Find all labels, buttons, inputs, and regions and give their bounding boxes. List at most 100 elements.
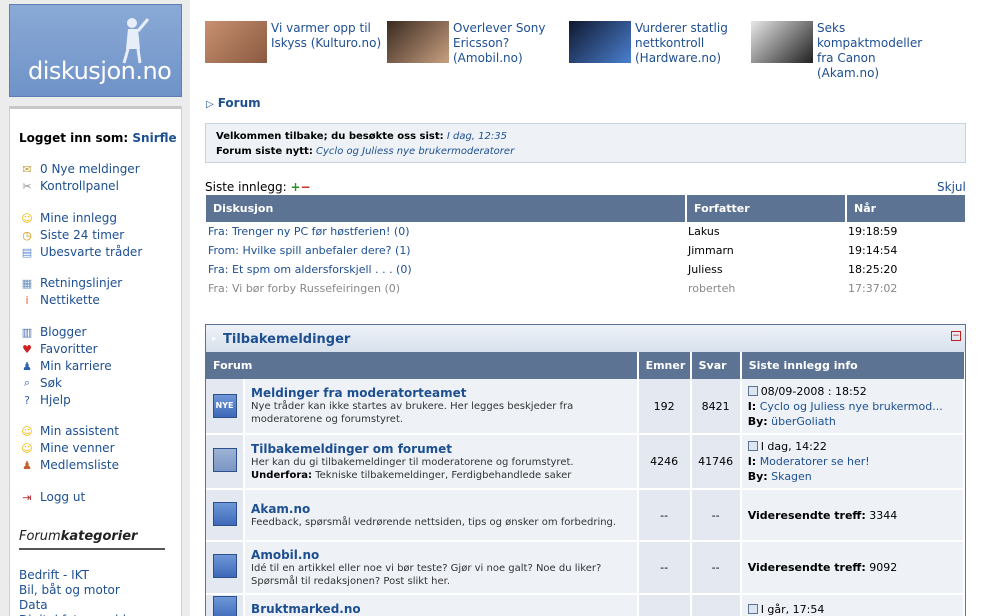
latest-post-author[interactable]: Lakus — [686, 222, 846, 241]
col-replies: Svar — [690, 352, 742, 379]
sidebar-item-1[interactable]: ✂ Kontrollpanel — [19, 178, 119, 194]
news-headline[interactable]: Seks kompaktmodeller fra Canon (Akam.no) — [817, 21, 932, 81]
forum-status-icon[interactable] — [212, 448, 237, 472]
news-item[interactable]: Vurderer statlig nettkontroll (Hardware.… — [569, 21, 750, 66]
latest-post-author[interactable]: Juliess — [686, 260, 846, 279]
latest-post-row: Fra: Vi bør forby Russefeiringen (0) robe… — [206, 279, 965, 298]
sidebar-item-12[interactable]: ☺ Min assistent — [19, 423, 119, 439]
section-arrow-icon: ▸ — [212, 334, 217, 344]
last-post-icon[interactable] — [747, 603, 758, 614]
sidebar-item-0[interactable]: ✉ 0 Nye meldinger — [19, 161, 139, 177]
forum-replies-count: -- — [690, 541, 742, 595]
forum-last-post-cell: 08/09-2008 : 18:52 I: Cyclo og Juliess ny… — [740, 379, 966, 435]
forum-replies-count: 41746 — [690, 434, 742, 490]
help-icon: ? — [24, 393, 30, 407]
forum-info-cell: Amobil.no Idé til en artikkel eller noe v… — [244, 541, 639, 595]
forum-description: Feedback, spørsmål vedrørende nettsiden,… — [251, 516, 617, 528]
breadcrumb: ▷ Forum — [206, 96, 261, 110]
news-headline[interactable]: Vi varmer opp til Iskyss (Kulturo.no) — [271, 21, 386, 63]
last-post-topic-link[interactable]: Moderatorer se her! — [760, 455, 870, 468]
latest-post-time: 19:18:59 — [848, 225, 898, 238]
forum-title-link[interactable]: Tilbakemeldinger om forumet — [251, 442, 631, 456]
sidebar-item-6[interactable]: i Nettikette — [19, 292, 100, 308]
breadcrumb-forum-link[interactable]: Forum — [218, 96, 261, 110]
latest-post-topic[interactable]: Fra: Et spm om aldersforskjell . . . (0) — [206, 260, 686, 279]
sidebar-item-label: Medlemsliste — [40, 458, 120, 472]
feedback-section-header: ▸ Tilbakemeldinger − — [206, 325, 965, 352]
feedback-section-title[interactable]: Tilbakemeldinger — [223, 332, 350, 347]
latest-post-author[interactable]: roberteh — [686, 279, 846, 298]
sidebar-item-14[interactable]: ♟ Medlemsliste — [19, 457, 119, 473]
kiss-photo-thumbnail[interactable] — [205, 21, 267, 63]
last-post-icon[interactable] — [747, 441, 758, 451]
welcome-box: Velkommen tilbake; du besøkte oss sist: … — [205, 123, 966, 163]
forum-title-link[interactable]: Bruktmarked.no — [251, 602, 631, 616]
subforums-links[interactable]: Tekniske tilbakemeldinger, Ferdigbehandl… — [315, 470, 571, 481]
forum-topics-count: 4246 — [637, 434, 692, 490]
col-discussion[interactable]: Diskusjon — [206, 195, 687, 222]
latest-post-topic[interactable]: From: Hvilke spill anbefaler dere? (1) — [206, 241, 686, 260]
last-post-topic-link[interactable]: Cyclo og Juliess nye brukermod... — [760, 400, 943, 413]
sidebar-item-13[interactable]: ☺ Mine venner — [19, 440, 115, 456]
sidebar-item-label: Nettikette — [40, 293, 100, 307]
latest-post-topic[interactable]: Fra: Vi bør forby Russefeiringen (0) — [206, 279, 686, 298]
forum-status-icon[interactable] — [212, 595, 237, 616]
sidebar-item-7[interactable]: ▥ Blogger — [19, 324, 87, 340]
logout-icon: ⇥ — [22, 490, 32, 504]
news-item[interactable]: Overlever Sony Ericsson? (Amobil.no) — [387, 21, 568, 66]
expand-collapse-icon[interactable]: +− — [290, 180, 310, 194]
forwarded-hits-value: 3344 — [869, 508, 898, 522]
forum-status-icon[interactable] — [212, 554, 237, 578]
latest-post-topic[interactable]: Fra: Trenger ny PC før høstferien! (0) — [206, 222, 686, 241]
canon-camera-thumbnail[interactable] — [751, 21, 813, 63]
username-link[interactable]: Snirfle — [132, 131, 176, 145]
forum-title-link[interactable]: Amobil.no — [251, 548, 631, 562]
forum-row: Amobil.no Idé til en artikkel eller noe v… — [206, 541, 966, 595]
news-item[interactable]: Seks kompaktmodeller fra Canon (Akam.no) — [751, 21, 932, 81]
news-item[interactable]: Vi varmer opp til Iskyss (Kulturo.no) — [205, 21, 386, 63]
category-link[interactable]: Bil, båt og motor — [19, 583, 120, 597]
sidebar-item-10[interactable]: ⌕ Søk — [19, 375, 62, 391]
latest-post-author[interactable]: Jimmarn — [686, 241, 846, 260]
sidebar-item-label: Mine venner — [40, 441, 115, 455]
news-link[interactable]: Cyclo og Juliess nye brukermoderatorer — [316, 146, 514, 157]
forum-last-post-cell: Videresendte treff: 3344 — [740, 489, 966, 542]
forum-info-cell: Tilbakemeldinger om forumet Her kan du gi… — [244, 434, 639, 490]
collapse-icon[interactable]: − — [951, 331, 961, 341]
last-post-author-link[interactable]: Skagen — [771, 470, 812, 483]
forum-status-icon[interactable]: NYE — [212, 394, 237, 418]
forum-status-icon[interactable] — [212, 501, 237, 526]
forum-title-link[interactable]: Akam.no — [251, 502, 631, 516]
folder-icon: ▤ — [21, 245, 33, 259]
col-author[interactable]: Forfatter — [686, 195, 847, 222]
forum-description: Her kan du gi tilbakemeldinger til moder… — [251, 456, 574, 468]
sidebar-item-15[interactable]: ⇥ Logg ut — [19, 489, 85, 505]
news-headline[interactable]: Overlever Sony Ericsson? (Amobil.no) — [453, 21, 568, 66]
forwarded-hits-value: 9092 — [869, 561, 898, 574]
user-panel: Logget inn som: Snirfle ✉ 0 Nye meldinger… — [9, 106, 182, 616]
sidebar-item-3[interactable]: ◷ Siste 24 timer — [19, 227, 124, 243]
category-link[interactable]: Data — [19, 598, 48, 612]
forum-topics-count: 192 — [637, 379, 692, 435]
sidebar-item-label: Blogger — [40, 325, 87, 339]
sidebar-item-4[interactable]: ▤ Ubesvarte tråder — [19, 244, 142, 260]
forum-topics-count: -- — [637, 489, 692, 542]
sidebar-item-2[interactable]: ☺ Mine innlegg — [19, 210, 117, 226]
latest-post-time: 18:25:20 — [848, 263, 898, 276]
breadcrumb-arrow-icon: ▷ — [206, 99, 214, 110]
hide-latest-link[interactable]: Skjul — [937, 180, 966, 194]
last-post-icon[interactable] — [747, 385, 758, 396]
last-post-author-link[interactable]: überGoliath — [771, 415, 836, 428]
col-when[interactable]: Når — [846, 195, 965, 222]
category-link[interactable]: Bedrift - IKT — [19, 568, 89, 582]
sidebar-item-label: Ubesvarte tråder — [40, 245, 143, 259]
sidebar-item-11[interactable]: ? Hjelp — [19, 392, 71, 408]
news-headline[interactable]: Vurderer statlig nettkontroll (Hardware.… — [635, 21, 750, 66]
sidebar-item-8[interactable]: ♥ Favoritter — [19, 341, 98, 357]
site-logo[interactable]: diskusjon.no — [9, 4, 182, 97]
forum-title-link[interactable]: Meldinger fra moderatorteamet — [251, 386, 631, 400]
sony-ericsson-photo-thumbnail[interactable] — [387, 21, 449, 63]
sidebar-item-9[interactable]: ♟ Min karriere — [19, 358, 112, 374]
network-control-thumbnail[interactable] — [569, 21, 631, 63]
sidebar-item-5[interactable]: ▦ Retningslinjer — [19, 275, 122, 291]
